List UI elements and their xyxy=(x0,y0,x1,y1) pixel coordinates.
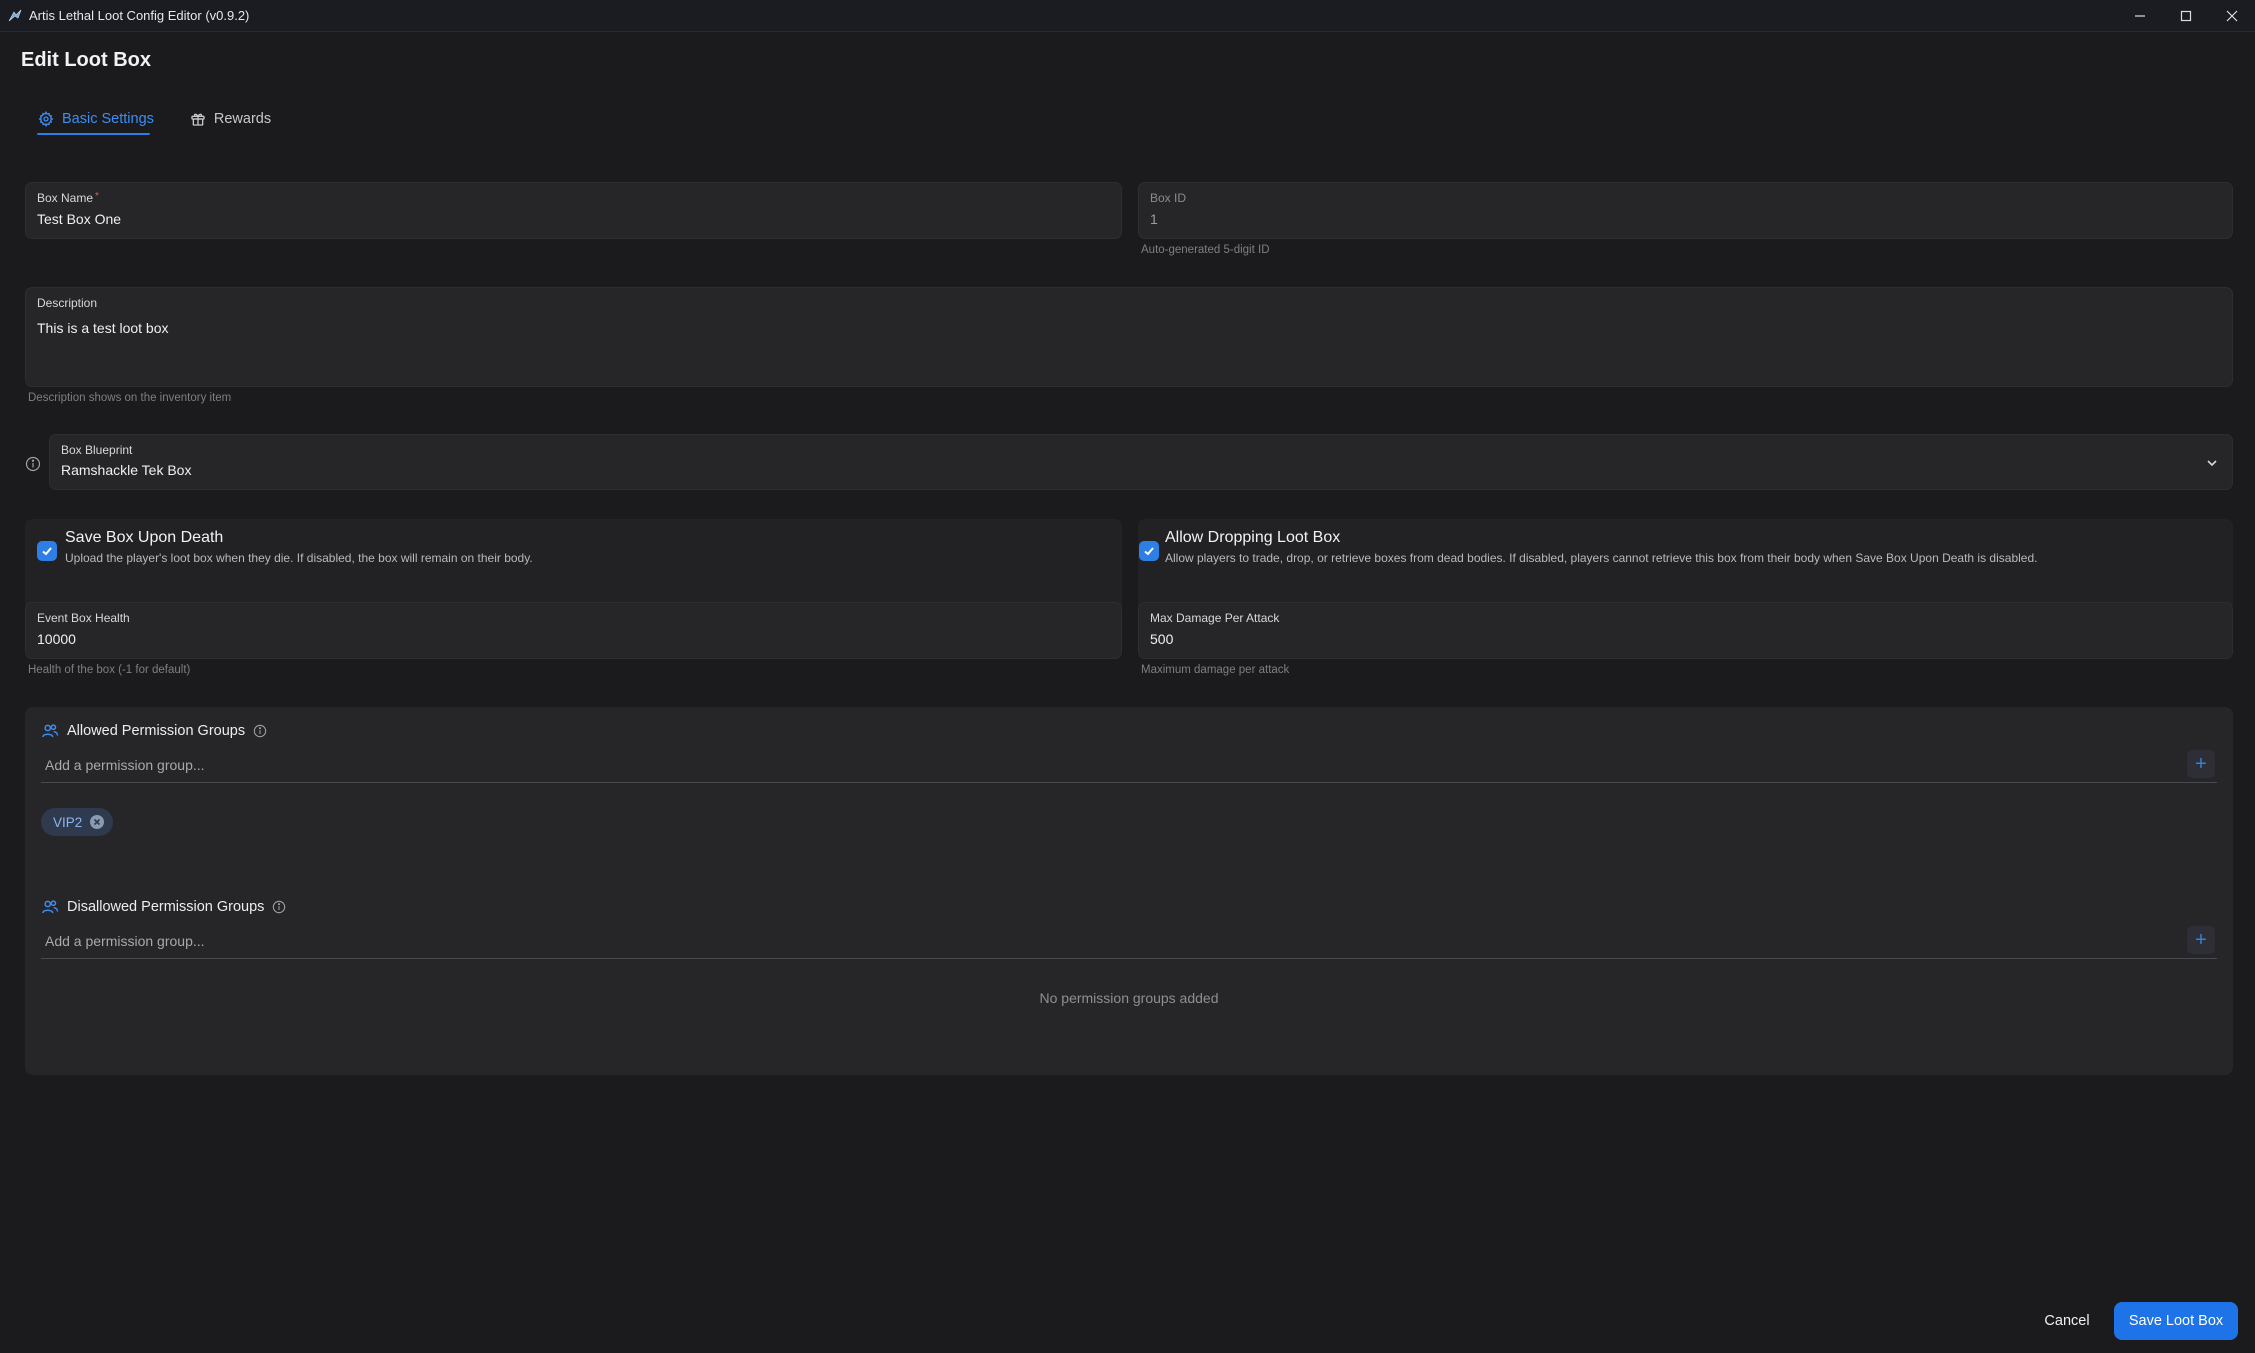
users-icon xyxy=(42,900,59,914)
minimize-icon xyxy=(2135,15,2145,17)
title-bar: Artis Lethal Loot Config Editor (v0.9.2) xyxy=(0,0,2255,32)
disallowed-permission-group-input[interactable]: Add a permission group... + xyxy=(41,923,2217,959)
chevron-down-icon xyxy=(2207,460,2217,467)
close-button[interactable] xyxy=(2209,0,2255,32)
active-tab-indicator xyxy=(37,133,150,135)
box-blueprint-label: Box Blueprint xyxy=(61,443,133,457)
check-icon xyxy=(1144,547,1154,556)
save-box-upon-death-title: Save Box Upon Death xyxy=(65,529,224,546)
disallowed-permission-group-placeholder: Add a permission group... xyxy=(45,932,205,949)
description-label: Description xyxy=(37,296,98,310)
event-box-health-label: Event Box Health xyxy=(37,611,130,625)
tab-rewards-label: Rewards xyxy=(213,111,272,127)
maximize-icon xyxy=(2180,10,2192,22)
box-name-label: Box Name * xyxy=(37,191,99,205)
window-title: Artis Lethal Loot Config Editor (v0.9.2) xyxy=(29,8,250,23)
info-icon[interactable] xyxy=(272,900,286,914)
add-disallowed-group-button[interactable]: + xyxy=(2187,926,2215,954)
gear-icon xyxy=(38,111,54,127)
disallowed-permission-groups-card: Disallowed Permission Groups Add a permi… xyxy=(25,883,2233,1075)
check-icon xyxy=(42,547,52,556)
empty-permission-groups-text: No permission groups added xyxy=(1039,990,1219,1006)
allow-dropping-title: Allow Dropping Loot Box xyxy=(1165,529,1341,546)
event-box-health-field[interactable]: Event Box Health 10000 xyxy=(25,602,1122,659)
box-id-value: 1 xyxy=(1150,211,1158,227)
info-icon[interactable] xyxy=(25,456,41,472)
page-title: Edit Loot Box xyxy=(21,49,151,71)
box-id-helper: Auto-generated 5-digit ID xyxy=(1141,244,1270,256)
max-damage-label: Max Damage Per Attack xyxy=(1150,611,1280,625)
event-box-health-value: 10000 xyxy=(37,631,76,647)
box-blueprint-value: Ramshackle Tek Box xyxy=(61,462,192,478)
allowed-permission-groups-header: Allowed Permission Groups xyxy=(41,722,267,740)
main-content: Edit Loot Box Basic Settings Rewards Box… xyxy=(0,32,2255,1353)
allowed-permission-group-placeholder: Add a permission group... xyxy=(45,756,205,773)
allowed-permission-group-input[interactable]: Add a permission group... + xyxy=(41,747,2217,783)
description-value: This is a test loot box xyxy=(37,320,169,336)
tab-rewards[interactable]: Rewards xyxy=(189,104,272,134)
save-box-upon-death-card: Save Box Upon Death Upload the player's … xyxy=(25,519,1122,612)
info-icon[interactable] xyxy=(253,724,267,738)
allow-dropping-card: Allow Dropping Loot Box Allow players to… xyxy=(1138,519,2233,612)
cancel-button[interactable]: Cancel xyxy=(2030,1302,2104,1340)
close-icon xyxy=(2226,10,2238,22)
minimize-button[interactable] xyxy=(2117,0,2163,32)
description-helper: Description shows on the inventory item xyxy=(28,392,232,404)
permission-chip-label: VIP2 xyxy=(53,814,83,830)
users-icon xyxy=(42,724,59,738)
disallowed-permission-groups-header: Disallowed Permission Groups xyxy=(41,898,286,916)
box-blueprint-select[interactable]: Box Blueprint Ramshackle Tek Box xyxy=(49,434,2233,490)
save-box-upon-death-desc: Upload the player's loot box when they d… xyxy=(65,551,533,565)
allow-dropping-desc: Allow players to trade, drop, or retriev… xyxy=(1165,551,2038,565)
box-id-field: Box ID 1 xyxy=(1138,182,2233,239)
tab-bar: Basic Settings Rewards xyxy=(37,104,272,134)
disallowed-permission-groups-title: Disallowed Permission Groups xyxy=(67,899,265,915)
tab-basic-settings-label: Basic Settings xyxy=(62,111,154,127)
max-damage-helper: Maximum damage per attack xyxy=(1141,664,1290,676)
gift-icon xyxy=(191,113,205,126)
description-field[interactable]: Description This is a test loot box xyxy=(25,287,2233,387)
max-damage-field[interactable]: Max Damage Per Attack 500 xyxy=(1138,602,2233,659)
allowed-permission-groups-card: Allowed Permission Groups Add a permissi… xyxy=(25,707,2233,899)
box-name-value: Test Box One xyxy=(37,211,122,227)
app-window: Artis Lethal Loot Config Editor (v0.9.2)… xyxy=(0,0,2255,1353)
save-loot-box-button[interactable]: Save Loot Box xyxy=(2114,1302,2238,1340)
tab-basic-settings[interactable]: Basic Settings xyxy=(37,104,155,134)
window-controls xyxy=(2117,0,2255,32)
event-box-health-helper: Health of the box (-1 for default) xyxy=(28,664,191,676)
allowed-permission-groups-title: Allowed Permission Groups xyxy=(67,723,246,739)
permission-chip-vip2: VIP2 xyxy=(41,808,114,836)
save-box-upon-death-checkbox[interactable] xyxy=(37,541,57,561)
add-allowed-group-button[interactable]: + xyxy=(2187,750,2215,778)
remove-chip-icon[interactable] xyxy=(90,815,105,829)
box-id-label: Box ID xyxy=(1150,191,1187,205)
app-logo-icon xyxy=(6,7,24,25)
allow-dropping-checkbox[interactable] xyxy=(1139,541,1159,561)
maximize-button[interactable] xyxy=(2163,0,2209,32)
box-name-field[interactable]: Box Name * Test Box One xyxy=(25,182,1122,239)
max-damage-value: 500 xyxy=(1150,631,1174,647)
